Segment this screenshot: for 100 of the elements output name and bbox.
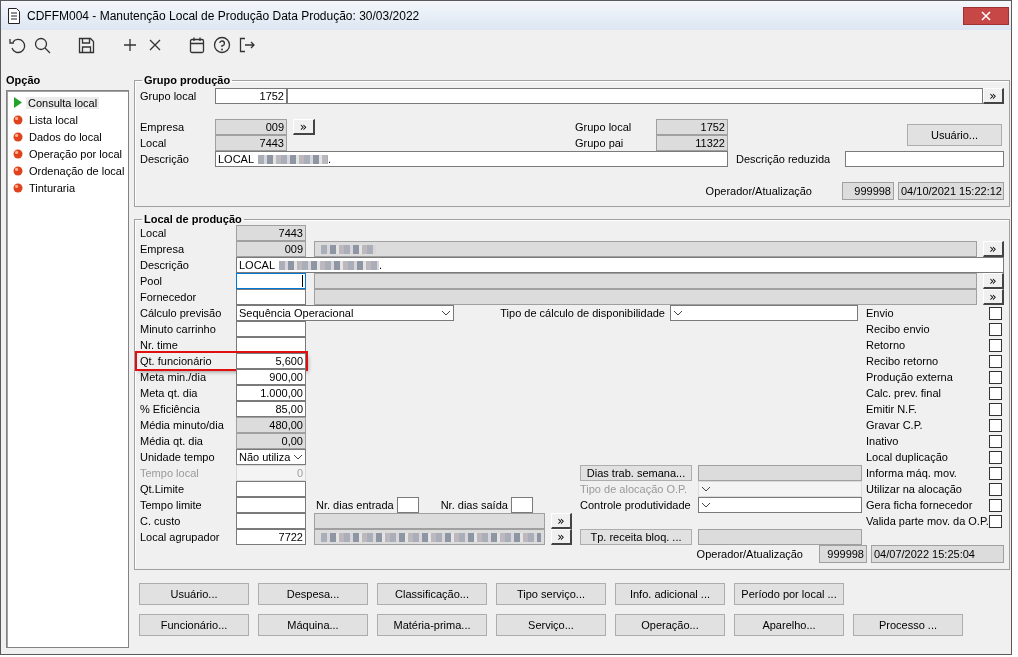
action-button[interactable]: Tipo serviço... [496,583,606,605]
field-label: Emitir N.F. [866,403,917,415]
field-label: Pool [140,275,164,287]
text-field[interactable] [236,289,306,305]
text-field[interactable]: 1752 [215,88,287,104]
checkbox[interactable] [989,466,1002,480]
field-label: Média minuto/dia [140,419,225,431]
text-field[interactable]: 85,00 [236,401,306,417]
checkbox[interactable] [989,402,1002,416]
action-button[interactable]: Dias trab. semana... [580,465,692,481]
undo-icon[interactable] [8,36,26,54]
action-button[interactable]: Operação... [615,614,725,636]
exit-icon[interactable] [238,36,256,54]
readonly-field: 04/10/2021 15:22:12 [898,182,1004,200]
action-button[interactable]: Tp. receita bloq. ... [580,529,692,545]
readonly-field: 009 [215,119,287,135]
action-button[interactable]: Matéria-prima... [377,614,487,636]
text-field[interactable]: 1.000,00 [236,385,306,401]
group-title: Local de produção [143,213,243,225]
chevron-down-icon[interactable] [673,310,683,316]
checkbox[interactable] [989,418,1002,432]
text-field[interactable] [396,497,419,513]
close-icon [981,10,991,21]
readonly-field: 999998 [842,182,894,200]
text-field[interactable]: 7722 [236,529,306,545]
readonly-field: 7443 [215,135,287,151]
field-label: Descrição reduzida [736,153,832,165]
action-button[interactable]: Período por local ... [734,583,844,605]
calendar-icon[interactable] [188,36,206,54]
checkbox[interactable] [989,482,1002,496]
field-label: Calc. prev. final [866,387,941,399]
dropdown[interactable]: Sequência Operacional [236,305,454,321]
field-label: Operador/Atualização [696,548,803,560]
lookup-button[interactable]: » [551,513,572,529]
field-label: Gravar C.P. [866,419,923,431]
bullet-icon [13,131,23,142]
checkbox[interactable] [989,514,1002,528]
field-label: Retorno [866,339,906,351]
dropdown[interactable] [670,305,858,321]
menu-item[interactable]: Ordenação de local [27,164,127,177]
text-field[interactable] [236,273,306,289]
action-button[interactable]: Máquina... [258,614,368,636]
menu-item[interactable]: Operação por local [27,147,124,160]
field-label: Grupo pai [575,137,625,149]
action-button[interactable]: Usuário... [139,583,249,605]
lookup-button[interactable]: » [983,289,1004,305]
dropdown[interactable]: Não utiliza [236,449,306,465]
checkbox[interactable] [989,370,1002,384]
lookup-button[interactable]: » [551,529,572,545]
close-button[interactable] [963,6,1009,25]
readonly-field: 480,00 [236,417,306,433]
action-button[interactable]: Aparelho... [734,614,844,636]
menu-item[interactable]: Tinturaria [27,181,78,194]
checkbox[interactable] [989,322,1002,336]
text-field[interactable]: 900,00 [236,369,306,385]
text-field[interactable]: LOCAL . [215,151,728,167]
checkbox[interactable] [989,354,1002,368]
action-button[interactable]: Classificação... [377,583,487,605]
menu-item[interactable]: Lista local [27,113,80,126]
text-field[interactable] [236,513,306,529]
text-field[interactable] [236,497,306,513]
action-button[interactable]: Processo ... [853,614,963,636]
checkbox[interactable] [989,338,1002,352]
window-title: CDFFM004 - Manutenção Local de Produção Data Produção: 30/03/2022 [27,8,420,23]
action-button[interactable]: Usuário... [907,124,1002,146]
help-icon[interactable] [213,36,231,54]
action-button[interactable]: Despesa... [258,583,368,605]
checkbox[interactable] [989,450,1002,464]
lookup-button[interactable]: » [983,88,1004,104]
text-field[interactable] [287,88,983,104]
checkbox[interactable] [989,386,1002,400]
field-label: Utilizar na alocação [866,483,962,495]
bullet-icon [13,165,23,176]
search-icon[interactable] [33,36,51,54]
text-field[interactable]: LOCAL . [236,257,1004,273]
menu-item[interactable]: Dados do local [27,130,104,143]
checkbox[interactable] [989,498,1002,512]
lookup-button[interactable]: » [293,119,315,135]
save-icon[interactable] [77,36,95,54]
action-button[interactable]: Funcionário... [139,614,249,636]
text-field[interactable] [510,497,533,513]
plus-icon[interactable] [121,36,139,54]
chevron-down-icon[interactable] [441,310,451,316]
text-field[interactable] [236,321,306,337]
text-field[interactable] [845,151,1004,167]
chevron-down-icon[interactable] [293,454,303,460]
bullet-icon [13,148,23,159]
readonly-field: 009 [236,241,306,257]
dropdown[interactable] [698,497,862,513]
lookup-button[interactable]: » [983,241,1004,257]
action-button[interactable]: Serviço... [496,614,606,636]
field-label: Envio [866,307,894,319]
action-button[interactable]: Info. adicional ... [615,583,725,605]
checkbox[interactable] [989,434,1002,448]
text-field[interactable]: 5,600 [236,353,306,369]
checkbox[interactable] [989,306,1002,320]
field-label: Tipo de alocação O.P. [580,483,688,495]
lookup-button[interactable]: » [983,273,1004,289]
menu-item[interactable]: Consulta local [26,96,100,109]
field-label: Tempo limite [140,499,203,511]
